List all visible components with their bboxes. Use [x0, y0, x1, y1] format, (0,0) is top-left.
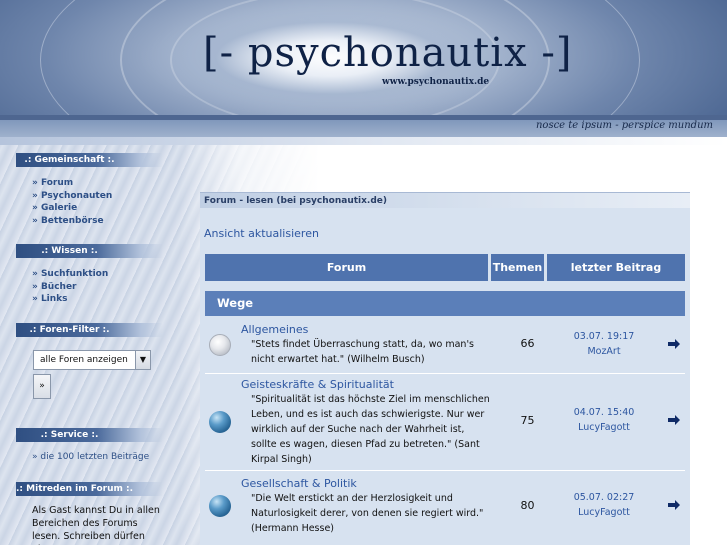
forum-row: Allgemeines "Stets findet Überraschung s… — [205, 316, 685, 374]
last-post-date[interactable]: 05.07. 02:27 — [565, 490, 643, 505]
column-header-topics: Themen — [491, 254, 544, 281]
goto-last-post-icon[interactable] — [667, 498, 681, 512]
last-post-date[interactable]: 04.07. 15:40 — [565, 405, 643, 420]
chevron-down-icon[interactable]: ▼ — [135, 351, 150, 369]
last-post-user[interactable]: MozArt — [565, 344, 643, 359]
content-top-strip — [0, 137, 727, 145]
forum-topic-count: 66 — [520, 337, 535, 350]
sidebar-item-suchfunktion[interactable]: » Suchfunktion — [32, 268, 108, 281]
sidebar-item-galerie[interactable]: » Galerie — [32, 202, 112, 215]
forum-row: Geisteskräfte & Spiritualität "Spiritual… — [205, 374, 685, 471]
forum-name-link[interactable]: Gesellschaft & Politik — [241, 477, 357, 490]
forum-panel-title: Forum - lesen (bei psychonautix.de) — [200, 192, 690, 208]
last-post-date[interactable]: 03.07. 19:17 — [565, 329, 643, 344]
forum-name-link[interactable]: Allgemeines — [241, 323, 308, 336]
forum-name-link[interactable]: Geisteskräfte & Spiritualität — [241, 378, 394, 391]
refresh-view-link[interactable]: Ansicht aktualisieren — [204, 227, 319, 240]
column-header-last-post: letzter Beitrag — [547, 254, 685, 281]
sidebar-knowledge-list: » Suchfunktion » Bücher » Links — [32, 268, 108, 306]
forum-description: "Die Welt erstickt an der Herzlosigkeit … — [251, 493, 484, 534]
sidebar-item-psychonauten[interactable]: » Psychonauten — [32, 190, 112, 203]
forum-new-icon — [209, 495, 231, 517]
last-post-user[interactable]: LucyFagott — [565, 505, 643, 520]
sidebar-item-links[interactable]: » Links — [32, 293, 108, 306]
site-logo[interactable]: [- psychonautix -] — [203, 30, 572, 76]
column-header-forum: Forum — [205, 254, 488, 281]
sidebar-item-last-100-posts[interactable]: » die 100 letzten Beiträge — [32, 452, 149, 462]
goto-last-post-icon[interactable] — [667, 413, 681, 427]
sidebar-heading-filter: .: Foren-Filter :. — [16, 323, 163, 337]
sidebar-item-bettenboerse[interactable]: » Bettenbörse — [32, 215, 112, 228]
goto-last-post-icon[interactable] — [667, 337, 681, 351]
forum-read-icon — [209, 334, 231, 356]
category-row[interactable]: Wege — [205, 291, 685, 316]
forum-topic-count: 75 — [520, 414, 535, 427]
forum-filter-select[interactable]: alle Foren anzeigen ▼ — [33, 350, 151, 370]
last-post-user[interactable]: LucyFagott — [565, 420, 643, 435]
sidebar-heading-knowledge: .: Wissen :. — [16, 244, 163, 258]
forum-filter-value: alle Foren anzeigen — [40, 355, 128, 365]
sidebar-community-list: » Forum » Psychonauten » Galerie » Bette… — [32, 177, 112, 227]
forum-description: "Spiritualität ist das höchste Ziel im m… — [251, 394, 490, 465]
site-tagline: nosce te ipsum - perspice mundum — [535, 120, 713, 131]
guest-info-text: Als Gast kannst Du in allen Bereichen de… — [32, 505, 160, 545]
sidebar-item-buecher[interactable]: » Bücher — [32, 281, 108, 294]
forum-description: "Stets findet Überraschung statt, da, wo… — [251, 339, 475, 365]
site-url: www.psychonautix.de — [382, 77, 490, 87]
filter-go-button[interactable]: » — [33, 374, 51, 399]
forum-row: Gesellschaft & Politik "Die Welt erstick… — [205, 471, 685, 545]
forum-topic-count: 80 — [520, 499, 535, 512]
site-header: [- psychonautix -] www.psychonautix.de — [0, 0, 727, 115]
sidebar-heading-community: .: Gemeinschaft :. — [16, 153, 163, 167]
sidebar-heading-service: .: Service :. — [16, 428, 163, 442]
forum-new-icon — [209, 411, 231, 433]
sidebar-heading-participate: .: Mitreden im Forum :. — [16, 482, 163, 496]
sidebar-item-forum[interactable]: » Forum — [32, 177, 112, 190]
